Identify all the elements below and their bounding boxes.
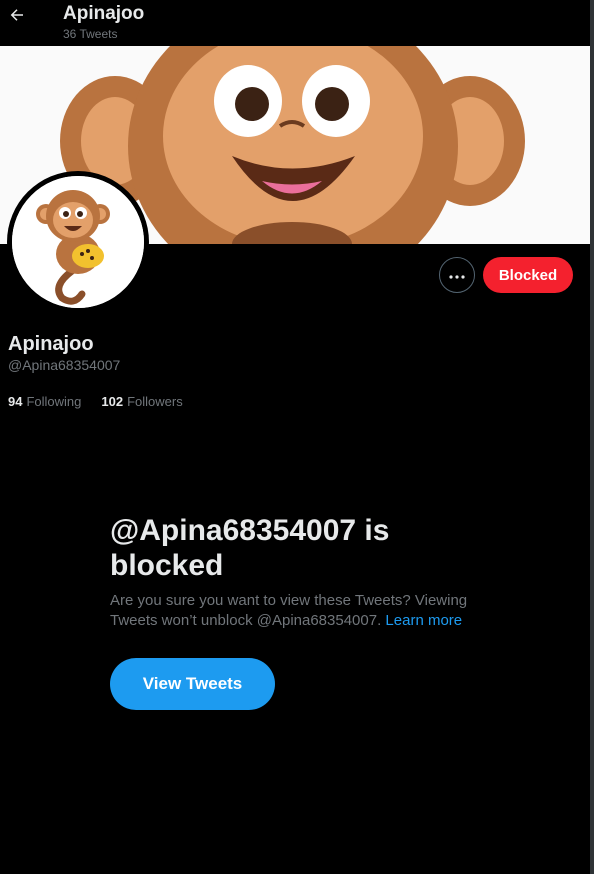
blocked-button[interactable]: Blocked bbox=[483, 257, 573, 293]
followers-label: Followers bbox=[127, 394, 183, 409]
followers-link[interactable]: 102 Followers bbox=[101, 394, 182, 409]
arrow-left-icon bbox=[8, 6, 26, 29]
following-count: 94 bbox=[8, 394, 23, 409]
followers-count: 102 bbox=[101, 394, 124, 409]
back-button[interactable] bbox=[6, 6, 28, 28]
monkey-avatar-image bbox=[12, 176, 144, 308]
more-horizontal-icon bbox=[449, 266, 465, 284]
following-label: Following bbox=[26, 394, 82, 409]
profile-handle: @Apina68354007 bbox=[8, 357, 121, 373]
follow-stats: 94 Following 102 Followers bbox=[8, 394, 183, 409]
header-tweet-count: 36 Tweets bbox=[63, 27, 118, 41]
profile-avatar[interactable] bbox=[8, 172, 148, 312]
following-link[interactable]: 94 Following bbox=[8, 394, 81, 409]
learn-more-link[interactable]: Learn more bbox=[385, 612, 462, 629]
scrollbar-edge bbox=[590, 0, 594, 874]
blocked-notice-title: @Apina68354007 is blocked bbox=[110, 514, 390, 582]
profile-page: Apinajoo 36 Tweets Blocked Apinajoo @Api… bbox=[0, 0, 594, 874]
header-title: Apinajoo bbox=[63, 3, 145, 24]
blocked-notice-body: Are you sure you want to view these Twee… bbox=[110, 591, 480, 631]
header-titles: Apinajoo 36 Tweets bbox=[63, 3, 144, 43]
view-tweets-button[interactable]: View Tweets bbox=[110, 658, 275, 710]
more-options-button[interactable] bbox=[439, 257, 475, 293]
top-header: Apinajoo 36 Tweets bbox=[0, 0, 590, 46]
profile-display-name: Apinajoo bbox=[8, 333, 94, 355]
